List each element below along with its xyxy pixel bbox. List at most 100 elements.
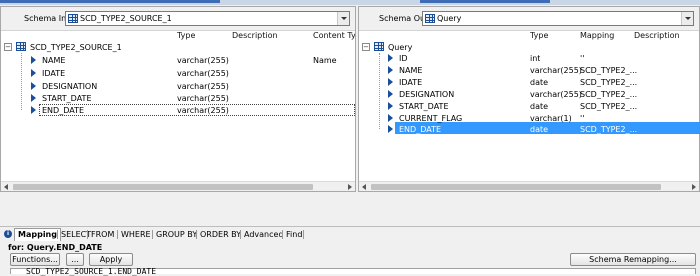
column-arrow-icon bbox=[388, 125, 393, 133]
cell-mapping: SCD_TYPE2_... bbox=[580, 90, 638, 99]
schema-out-dropdown[interactable]: Query bbox=[422, 11, 694, 26]
tree-root-schema-out[interactable]: − Query bbox=[362, 42, 482, 53]
column-header-description[interactable]: Description bbox=[232, 31, 278, 40]
column-arrow-icon bbox=[388, 66, 393, 74]
apply-button[interactable]: Apply bbox=[89, 253, 133, 266]
column-arrow-icon bbox=[388, 114, 393, 122]
tree-item-idate[interactable]: IDATE bbox=[388, 77, 518, 88]
cell-type: varchar(255) bbox=[177, 69, 229, 78]
tree-item-end-date[interactable]: END_DATE bbox=[31, 105, 171, 116]
cell-type: varchar(255) bbox=[177, 56, 229, 65]
tree-item-id[interactable]: ID bbox=[388, 53, 518, 64]
tree-item-idate[interactable]: IDATE bbox=[31, 68, 171, 79]
chevron-down-icon[interactable] bbox=[681, 12, 693, 25]
tree-guide-line bbox=[379, 53, 380, 129]
tree-item-name[interactable]: NAME bbox=[388, 65, 518, 76]
cell-mapping: SCD_TYPE2_... bbox=[580, 102, 638, 111]
cell-type: varchar(255) bbox=[530, 90, 582, 99]
collapse-icon[interactable]: − bbox=[4, 43, 12, 51]
tab-from[interactable]: FROM bbox=[88, 229, 117, 240]
column-header-mapping[interactable]: Mapping bbox=[580, 31, 614, 40]
column-arrow-icon bbox=[388, 90, 393, 98]
tree-item-designation[interactable]: DESIGNATION bbox=[31, 81, 171, 92]
column-header-content-type[interactable]: Content Typ bbox=[313, 31, 355, 40]
column-arrow-icon bbox=[31, 94, 36, 102]
tab-group-by[interactable]: GROUP BY bbox=[153, 229, 200, 240]
tree-item-end-date[interactable]: END_DATE bbox=[388, 124, 518, 135]
tab-order-by[interactable]: ORDER BY bbox=[197, 229, 244, 240]
column-name: CURRENT_FLAG bbox=[399, 114, 463, 123]
tab-mapping[interactable]: Mapping bbox=[14, 228, 61, 241]
scroll-left-icon[interactable] bbox=[2, 183, 11, 191]
column-arrow-icon bbox=[31, 82, 36, 90]
column-name: END_DATE bbox=[42, 106, 85, 115]
horizontal-scrollbar[interactable] bbox=[359, 181, 699, 191]
scroll-left-icon[interactable] bbox=[360, 183, 369, 191]
cell-type: varchar(255) bbox=[177, 82, 229, 91]
column-name: ID bbox=[399, 54, 408, 63]
table-icon bbox=[16, 42, 26, 51]
cell-mapping: SCD_TYPE2_... bbox=[580, 66, 638, 75]
cell-type: date bbox=[530, 102, 549, 111]
schema-in-pane: Schema In: SCD_TYPE2_SOURCE_1 Type Descr… bbox=[0, 6, 356, 192]
expression-text: SCD_TYPE2_SOURCE_1.END_DATE bbox=[26, 267, 157, 276]
column-header-type[interactable]: Type bbox=[530, 31, 548, 40]
window-top-strip bbox=[0, 0, 700, 5]
cell-type: date bbox=[530, 125, 549, 134]
tree-item-start-date[interactable]: START_DATE bbox=[388, 101, 518, 112]
table-icon bbox=[68, 14, 78, 23]
column-name: START_DATE bbox=[42, 94, 92, 103]
scrollbar-thumb[interactable] bbox=[371, 184, 661, 190]
cell-type: varchar(255) bbox=[177, 94, 229, 103]
tree-item-current-flag[interactable]: CURRENT_FLAG bbox=[388, 113, 518, 124]
top-strip-segment bbox=[420, 0, 550, 3]
tree-root-label: Query bbox=[388, 43, 413, 52]
column-header-description[interactable]: Description bbox=[634, 31, 680, 40]
cell-mapping: SCD_TYPE2_... bbox=[580, 78, 638, 87]
tree-root-schema-in[interactable]: − SCD_TYPE2_SOURCE_1 bbox=[4, 42, 174, 53]
ellipsis-button[interactable]: ... bbox=[66, 253, 84, 266]
column-name: DESIGNATION bbox=[42, 82, 98, 91]
scrollbar-thumb[interactable] bbox=[13, 184, 313, 190]
cell-mapping: SCD_TYPE2_... bbox=[580, 125, 638, 134]
tree-item-name[interactable]: NAME bbox=[31, 55, 171, 66]
tab-where[interactable]: WHERE bbox=[118, 229, 154, 240]
tree-item-designation[interactable]: DESIGNATION bbox=[388, 89, 518, 100]
schema-in-dropdown[interactable]: SCD_TYPE2_SOURCE_1 bbox=[65, 11, 350, 26]
schema-in-label: Schema In: bbox=[24, 14, 69, 23]
column-header-type[interactable]: Type bbox=[177, 31, 195, 40]
column-name: IDATE bbox=[42, 69, 66, 78]
mapping-target-label: for: Query.END_DATE bbox=[8, 243, 103, 252]
cell-type: date bbox=[530, 78, 549, 87]
scroll-right-icon[interactable] bbox=[345, 183, 354, 191]
schema-remapping-button[interactable]: Schema Remapping... bbox=[570, 253, 696, 266]
tab-separator bbox=[303, 230, 304, 239]
schema-in-bar: Schema In: SCD_TYPE2_SOURCE_1 bbox=[1, 7, 355, 31]
tree-root-label: SCD_TYPE2_SOURCE_1 bbox=[30, 43, 122, 52]
column-name: NAME bbox=[42, 56, 66, 65]
column-arrow-icon bbox=[388, 78, 393, 86]
tab-advanced[interactable]: Advanced bbox=[241, 229, 287, 240]
schema-out-value: Query bbox=[437, 14, 462, 23]
scroll-right-icon[interactable] bbox=[689, 183, 698, 191]
cell-mapping: '' bbox=[580, 54, 585, 63]
cell-content-type: Name bbox=[313, 56, 337, 65]
mapping-tab-bar: i Mapping SELECT FROM WHERE GROUP BY ORD… bbox=[0, 226, 700, 241]
chevron-down-icon[interactable] bbox=[337, 12, 349, 25]
column-name: NAME bbox=[399, 66, 423, 75]
horizontal-scrollbar[interactable] bbox=[1, 181, 355, 191]
schema-in-value: SCD_TYPE2_SOURCE_1 bbox=[80, 14, 172, 23]
column-arrow-icon bbox=[31, 56, 36, 64]
schema-out-bar: Schema Out: Query bbox=[359, 7, 699, 31]
column-arrow-icon bbox=[388, 102, 393, 110]
pane-splitter[interactable] bbox=[0, 193, 700, 226]
collapse-icon[interactable]: − bbox=[362, 43, 370, 51]
cell-type: varchar(1) bbox=[530, 114, 572, 123]
tree-item-start-date[interactable]: START_DATE bbox=[31, 93, 171, 104]
column-name: END_DATE bbox=[399, 125, 442, 134]
column-arrow-icon bbox=[31, 106, 36, 114]
functions-button[interactable]: Functions... bbox=[10, 253, 60, 266]
schema-out-pane: Schema Out: Query Type Mapping Descripti… bbox=[358, 6, 700, 192]
column-name: DESIGNATION bbox=[399, 90, 455, 99]
table-icon bbox=[425, 14, 435, 23]
